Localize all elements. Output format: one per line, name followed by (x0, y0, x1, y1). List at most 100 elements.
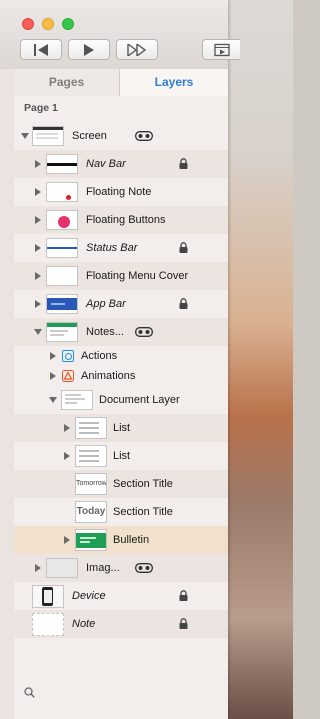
layer-row-app-bar[interactable]: App Bar (14, 290, 228, 318)
fast-forward-icon (127, 43, 147, 56)
layer-thumbnail (75, 417, 107, 439)
lock-icon[interactable] (179, 590, 188, 601)
rewind-icon (34, 43, 48, 56)
layer-thumbnail (46, 182, 78, 202)
layer-name: Screen (72, 130, 107, 142)
layer-name: Notes... (86, 326, 124, 338)
layer-thumbnail (46, 294, 78, 314)
layer-row-bulletin[interactable]: Bulletin (14, 526, 228, 554)
actions-icon (62, 350, 74, 362)
thumbnail-text: Today (76, 506, 106, 517)
fast-forward-button[interactable] (116, 39, 158, 60)
layer-row-document-layer[interactable]: Document Layer (14, 386, 228, 414)
presentation-icon (213, 43, 230, 56)
layer-row-screen[interactable]: Screen (14, 122, 228, 150)
left-gutter (0, 69, 14, 719)
zoom-window-button[interactable] (62, 18, 74, 30)
thumbnail-text: Tomorrow (76, 480, 107, 487)
page-title: Page 1 (24, 102, 58, 114)
layer-name: Floating Menu Cover (86, 270, 189, 282)
layer-name: Floating Buttons (86, 214, 166, 226)
layer-row-note[interactable]: Note (14, 610, 228, 638)
layer-thumbnail (75, 445, 107, 467)
presentation-button[interactable] (202, 39, 240, 60)
layer-name: Nav Bar (86, 158, 126, 170)
disclosure-collapsed-icon[interactable] (35, 188, 41, 196)
disclosure-collapsed-icon[interactable] (35, 564, 41, 572)
layer-thumbnail (61, 390, 93, 410)
layer-thumbnail (32, 613, 64, 636)
lock-icon[interactable] (179, 618, 188, 629)
tab-layers[interactable]: Layers (120, 69, 228, 96)
layer-name: Bulletin (113, 534, 150, 546)
layer-thumbnail (32, 126, 64, 146)
disclosure-collapsed-icon[interactable] (50, 352, 56, 360)
layer-row-actions[interactable]: Actions (14, 346, 228, 366)
layer-thumbnail: Today (75, 501, 107, 523)
search-icon[interactable] (24, 687, 35, 698)
mask-icon (135, 327, 153, 337)
layer-thumbnail (46, 238, 78, 258)
disclosure-expanded-icon[interactable] (21, 133, 29, 139)
minimize-window-button[interactable] (42, 18, 54, 30)
layer-name: List (113, 450, 131, 462)
layer-name: Device (72, 590, 106, 602)
layer-row-section-title[interactable]: Tomorrow Section Title (14, 470, 228, 498)
layer-row-status-bar[interactable]: Status Bar (14, 234, 228, 262)
disclosure-expanded-icon[interactable] (34, 329, 42, 335)
disclosure-collapsed-icon[interactable] (50, 372, 56, 380)
layer-name: List (113, 422, 131, 434)
layer-name: Animations (81, 370, 136, 382)
layer-thumbnail: Tomorrow (75, 473, 107, 495)
layer-name: App Bar (86, 298, 126, 310)
layer-name: Document Layer (99, 394, 180, 406)
layers-window: Pages Layers Page 1 Screen Nav Bar Float… (0, 0, 240, 719)
layer-name: Section Title (113, 506, 173, 518)
layer-row-floating-menu-cover[interactable]: Floating Menu Cover (14, 262, 228, 290)
layer-thumbnail (46, 322, 78, 342)
pages-layers-tabs: Pages Layers (14, 69, 228, 97)
mask-icon (135, 563, 153, 573)
disclosure-collapsed-icon[interactable] (35, 244, 41, 252)
disclosure-expanded-icon[interactable] (49, 397, 57, 403)
lock-icon[interactable] (179, 298, 188, 309)
play-button[interactable] (68, 39, 110, 60)
layer-row-animations[interactable]: Animations (14, 366, 228, 386)
layer-name: Note (72, 618, 96, 630)
close-window-button[interactable] (22, 18, 34, 30)
disclosure-collapsed-icon[interactable] (35, 160, 41, 168)
layer-row-device[interactable]: Device (14, 582, 228, 610)
layer-row-images[interactable]: Imag... (14, 554, 228, 582)
desktop-background (228, 0, 293, 719)
layer-thumbnail (46, 154, 78, 174)
layer-thumbnail (46, 210, 78, 230)
play-icon (84, 43, 94, 56)
layer-row-list[interactable]: List (14, 442, 228, 470)
layer-row-floating-buttons[interactable]: Floating Buttons (14, 206, 228, 234)
layer-row-notes[interactable]: Notes... (14, 318, 228, 346)
layer-name: Floating Note (86, 186, 152, 198)
layer-name: Imag... (86, 562, 120, 574)
disclosure-collapsed-icon[interactable] (35, 272, 41, 280)
mask-icon (135, 131, 153, 141)
title-bar[interactable] (0, 0, 240, 70)
layer-thumbnail (75, 529, 107, 551)
layer-row-list[interactable]: List (14, 414, 228, 442)
layer-name: Status Bar (86, 242, 138, 254)
disclosure-collapsed-icon[interactable] (64, 536, 70, 544)
disclosure-collapsed-icon[interactable] (35, 216, 41, 224)
layer-name: Section Title (113, 478, 173, 490)
disclosure-collapsed-icon[interactable] (64, 452, 70, 460)
layer-name: Actions (81, 350, 118, 362)
layer-row-floating-note[interactable]: Floating Note (14, 178, 228, 206)
layer-row-nav-bar[interactable]: Nav Bar (14, 150, 228, 178)
disclosure-collapsed-icon[interactable] (35, 300, 41, 308)
layer-thumbnail (46, 266, 78, 286)
layer-thumbnail (46, 558, 78, 578)
disclosure-collapsed-icon[interactable] (64, 424, 70, 432)
layer-row-section-title[interactable]: Today Section Title (14, 498, 228, 526)
lock-icon[interactable] (179, 158, 188, 169)
lock-icon[interactable] (179, 242, 188, 253)
tab-pages[interactable]: Pages (14, 69, 120, 96)
rewind-button[interactable] (20, 39, 62, 60)
